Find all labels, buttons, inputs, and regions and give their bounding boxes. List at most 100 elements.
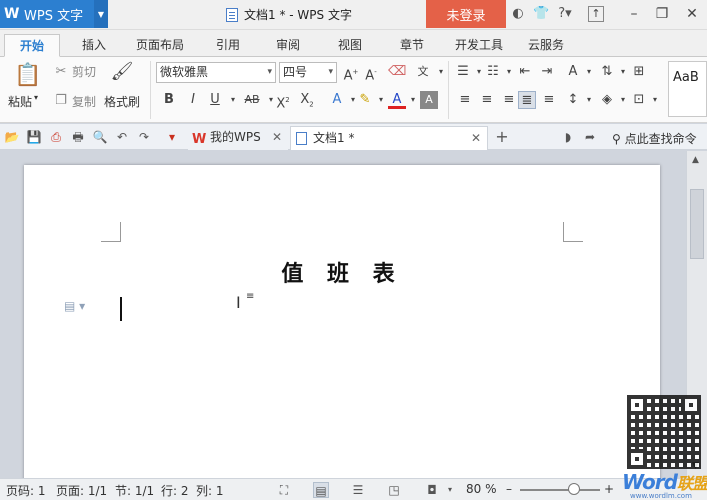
zoom-slider-handle[interactable] xyxy=(568,483,580,495)
chevron-down-icon[interactable]: ▾ xyxy=(580,63,598,81)
tab-developer[interactable]: 开发工具 xyxy=(448,34,510,57)
minimize-icon[interactable]: – xyxy=(624,4,644,24)
align-left-icon[interactable]: ≡ xyxy=(456,91,474,109)
tab-label: 文档1 * xyxy=(313,131,355,145)
align-right-icon[interactable]: ≡ xyxy=(500,91,518,109)
skin-icon[interactable]: ◐ xyxy=(510,6,526,22)
zoom-out-icon[interactable]: – xyxy=(506,482,512,496)
app-menu-button[interactable]: W WPS 文字 ▼ xyxy=(0,0,108,28)
web-view-icon[interactable]: ◳ xyxy=(386,482,402,498)
app-name: WPS 文字 xyxy=(24,8,84,24)
format-painter-button[interactable]: 格式刷 xyxy=(104,93,140,110)
tab-view[interactable]: 视图 xyxy=(328,34,372,57)
paste-button[interactable]: 粘贴 xyxy=(8,93,32,110)
grow-font-icon[interactable]: A+ xyxy=(342,63,360,83)
format-painter-icon: 🖌 xyxy=(110,61,134,82)
pinyin-icon[interactable]: 文 xyxy=(414,63,432,81)
italic-icon[interactable]: I xyxy=(184,91,202,109)
table-icon[interactable]: ⊞ xyxy=(630,63,648,81)
superscript-icon[interactable]: X2 xyxy=(274,91,292,111)
subscript-icon[interactable]: X2 xyxy=(298,91,316,109)
zoom-slider[interactable] xyxy=(520,489,600,491)
chevron-down-icon[interactable]: ▼ xyxy=(94,0,108,28)
status-bar: 页码: 1 页面: 1/1 节: 1/1 行: 2 列: 1 ⛶ ▤ ☰ ◳ ◘… xyxy=(0,478,707,500)
chevron-down-icon[interactable]: ▾ xyxy=(442,482,458,498)
share-icon[interactable]: ➦ xyxy=(582,129,598,145)
text-cursor xyxy=(120,297,122,321)
new-tab-icon[interactable]: + xyxy=(494,129,510,145)
chevron-down-icon[interactable]: ▾ xyxy=(580,91,598,109)
zoom-in-icon[interactable]: + xyxy=(604,482,614,496)
tab-label: 我的WPS xyxy=(210,130,261,144)
close-icon[interactable]: ✕ xyxy=(471,127,481,149)
watermark-url: www.wordlm.com xyxy=(630,492,692,500)
restore-icon[interactable]: ❐ xyxy=(652,4,672,24)
outline-view-icon[interactable]: ☰ xyxy=(350,482,366,498)
sidebar-toggle-icon[interactable]: ◗ xyxy=(560,129,576,145)
paste-icon[interactable]: 📋 xyxy=(14,63,41,89)
distribute-icon[interactable]: ≡ xyxy=(540,91,558,109)
decrease-indent-icon[interactable]: ⇤ xyxy=(516,63,534,81)
font-name-select[interactable]: 微软雅黑 xyxy=(156,62,276,83)
tab-cloud[interactable]: 云服务 xyxy=(520,34,572,57)
floating-doc-icon[interactable]: ▤ ▾ xyxy=(64,299,85,313)
document-page[interactable]: 值 班 表 I ≡ ▤ ▾ xyxy=(24,165,660,485)
shirt-icon[interactable]: 👕 xyxy=(533,6,549,22)
tab-start[interactable]: 开始 xyxy=(4,34,60,57)
tab-references[interactable]: 引用 xyxy=(206,34,250,57)
char-shading-icon[interactable]: A xyxy=(420,91,438,109)
page-view-icon[interactable]: ▤ xyxy=(313,482,329,498)
tab-insert[interactable]: 插入 xyxy=(72,34,116,57)
undo-icon[interactable]: ↶ xyxy=(114,129,130,145)
document-area: 值 班 表 I ≡ ▤ ▾ xyxy=(0,151,686,485)
underline-icon[interactable]: U xyxy=(206,91,224,109)
open-folder-icon[interactable]: 📂 xyxy=(4,129,20,145)
status-page: 页面: 1/1 xyxy=(56,484,108,498)
print-preview-icon[interactable]: 🔍 xyxy=(92,129,108,145)
login-button[interactable]: 未登录 xyxy=(426,0,506,28)
customize-qat-icon[interactable]: ▾ xyxy=(164,129,180,145)
font-size-select[interactable]: 四号 xyxy=(279,62,337,83)
zoom-level[interactable]: 80 % xyxy=(466,482,497,496)
fullscreen-icon[interactable]: ⛶ xyxy=(276,482,292,498)
tab-page-layout[interactable]: 页面布局 xyxy=(130,34,190,57)
help-icon[interactable]: ?▾ xyxy=(557,6,573,22)
document-heading: 值 班 表 xyxy=(281,262,403,287)
cut-button[interactable]: 剪切 xyxy=(72,63,96,80)
clear-format-icon[interactable]: ⌫ xyxy=(388,63,406,81)
increase-indent-icon[interactable]: ⇥ xyxy=(538,63,556,81)
divider xyxy=(150,61,151,119)
status-page-number: 页码: 1 xyxy=(6,484,46,498)
style-preview: AaB xyxy=(673,70,699,85)
scroll-thumb[interactable] xyxy=(690,189,704,259)
print-icon[interactable]: 🖶 xyxy=(70,129,86,145)
align-center-icon[interactable]: ≡ xyxy=(478,91,496,109)
bold-icon[interactable]: B xyxy=(160,91,178,109)
qr-finder xyxy=(627,449,647,469)
style-gallery[interactable]: AaB xyxy=(668,61,707,117)
tab-chapter[interactable]: 章节 xyxy=(390,34,434,57)
title-bar: W WPS 文字 ▼ 文档1 * - WPS 文字 未登录 ◐ 👕 ?▾ ↑ –… xyxy=(0,0,707,30)
command-search[interactable]: ⚲ 点此查找命令 xyxy=(612,130,697,147)
paste-dropdown-icon[interactable]: ▾ xyxy=(34,93,38,102)
redo-icon[interactable]: ↷ xyxy=(136,129,152,145)
close-icon[interactable]: ✕ xyxy=(682,4,702,24)
upload-icon[interactable]: ↑ xyxy=(588,6,604,22)
window-title-text: 文档1 * - WPS 文字 xyxy=(244,8,352,22)
qr-code xyxy=(627,395,701,469)
shrink-font-icon[interactable]: A- xyxy=(362,63,380,83)
export-pdf-icon[interactable]: ⎙ xyxy=(48,129,64,145)
tab-my-wps[interactable]: W 我的WPS ✕ xyxy=(188,126,288,150)
scroll-up-icon[interactable]: ▲ xyxy=(692,155,699,165)
strikethrough-icon[interactable]: AB xyxy=(240,91,264,109)
close-icon[interactable]: ✕ xyxy=(272,126,282,148)
tab-document-1[interactable]: 文档1 * ✕ xyxy=(290,126,488,150)
wps-logo-icon: W xyxy=(192,132,207,147)
justify-icon[interactable]: ≣ xyxy=(518,91,536,109)
protect-view-icon[interactable]: ◘ xyxy=(424,482,440,498)
chevron-down-icon[interactable]: ▾ xyxy=(646,91,664,109)
margin-marker xyxy=(563,222,583,242)
tab-review[interactable]: 审阅 xyxy=(266,34,310,57)
copy-button[interactable]: 复制 xyxy=(72,93,96,110)
save-icon[interactable]: 💾 xyxy=(26,129,42,145)
